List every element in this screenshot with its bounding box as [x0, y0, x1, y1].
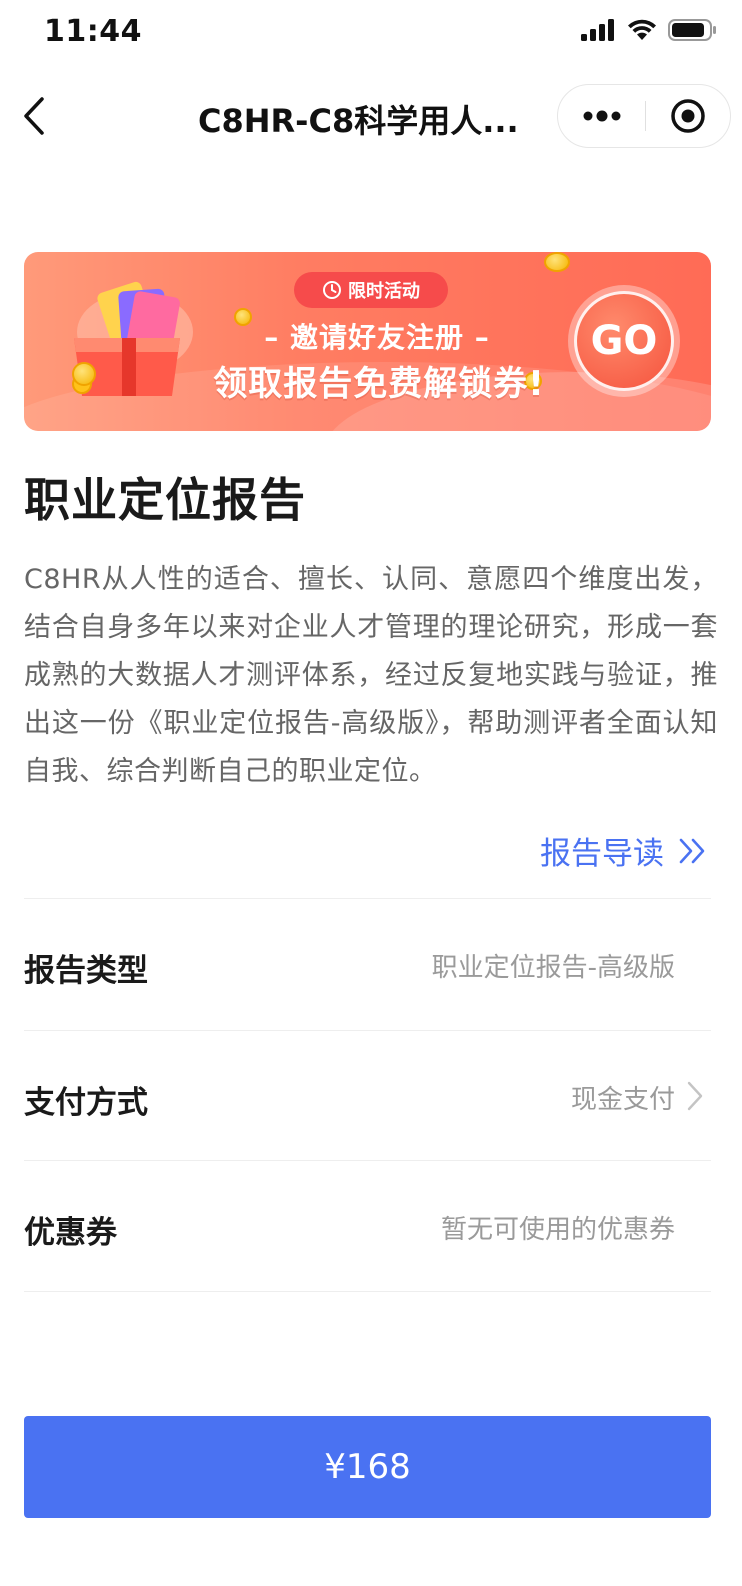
chevron-right-icon [687, 1081, 703, 1111]
mini-program-capsule [557, 84, 731, 148]
banner-headline: – 邀请好友注册 – [264, 321, 490, 354]
status-icons [580, 18, 718, 42]
report-description: C8HR从人性的适合、擅长、认同、意愿四个维度出发，结合自身多年以来对企业人才管… [24, 564, 718, 787]
coin-decoration [544, 252, 570, 272]
pay-button[interactable]: ¥168 [24, 1416, 711, 1518]
coupon-label: 优惠券 [24, 1215, 117, 1251]
chevron-left-icon [24, 97, 44, 135]
payment-method-value: 现金支付 [570, 1085, 675, 1115]
target-close-icon [671, 99, 705, 133]
more-button[interactable] [558, 85, 646, 147]
report-type-value: 职业定位报告-高级版 [431, 953, 675, 983]
battery-icon [668, 19, 716, 41]
nav-bar: C8HR-C8科学用人... [0, 76, 742, 156]
payment-method-row[interactable]: 支付方式 现金支付 [24, 1030, 711, 1160]
report-type-label: 报告类型 [24, 953, 148, 989]
report-guide-link[interactable]: 报告导读 [540, 828, 708, 873]
go-button[interactable]: GO [574, 291, 674, 391]
gift-box-icon [72, 281, 193, 396]
more-dots-icon [583, 110, 621, 122]
status-time: 11:44 [44, 14, 142, 49]
signal-icon [581, 19, 614, 41]
promo-banner[interactable]: 限时活动 – 邀请好友注册 – 领取报告免费解锁券! GO [24, 252, 711, 431]
banner-subheadline: 领取报告免费解锁券! [213, 364, 545, 404]
page: 11:44 C8HR-C8科学用人... 限时活动 – 邀请好友注册 – 领取报… [0, 0, 742, 1586]
wifi-icon [628, 19, 656, 40]
page-title: 职业定位报告 [24, 473, 306, 527]
divider [24, 1291, 711, 1292]
coin-decoration [72, 362, 96, 386]
payment-method-label: 支付方式 [24, 1085, 148, 1121]
coupon-value: 暂无可使用的优惠券 [440, 1215, 675, 1245]
report-guide-label: 报告导读 [540, 836, 664, 872]
back-button[interactable] [14, 92, 54, 140]
double-chevron-right-icon [679, 838, 705, 863]
limited-time-label: 限时活动 [348, 281, 420, 302]
report-type-row: 报告类型 职业定位报告-高级版 [24, 898, 711, 1028]
close-mini-program-button[interactable] [646, 85, 730, 147]
coupon-row[interactable]: 优惠券 暂无可使用的优惠券 [24, 1160, 711, 1290]
clock-icon [323, 281, 341, 299]
nav-title: C8HR-C8科学用人... [198, 102, 519, 140]
status-bar: 11:44 [0, 0, 742, 66]
limited-time-badge: 限时活动 [294, 272, 448, 308]
